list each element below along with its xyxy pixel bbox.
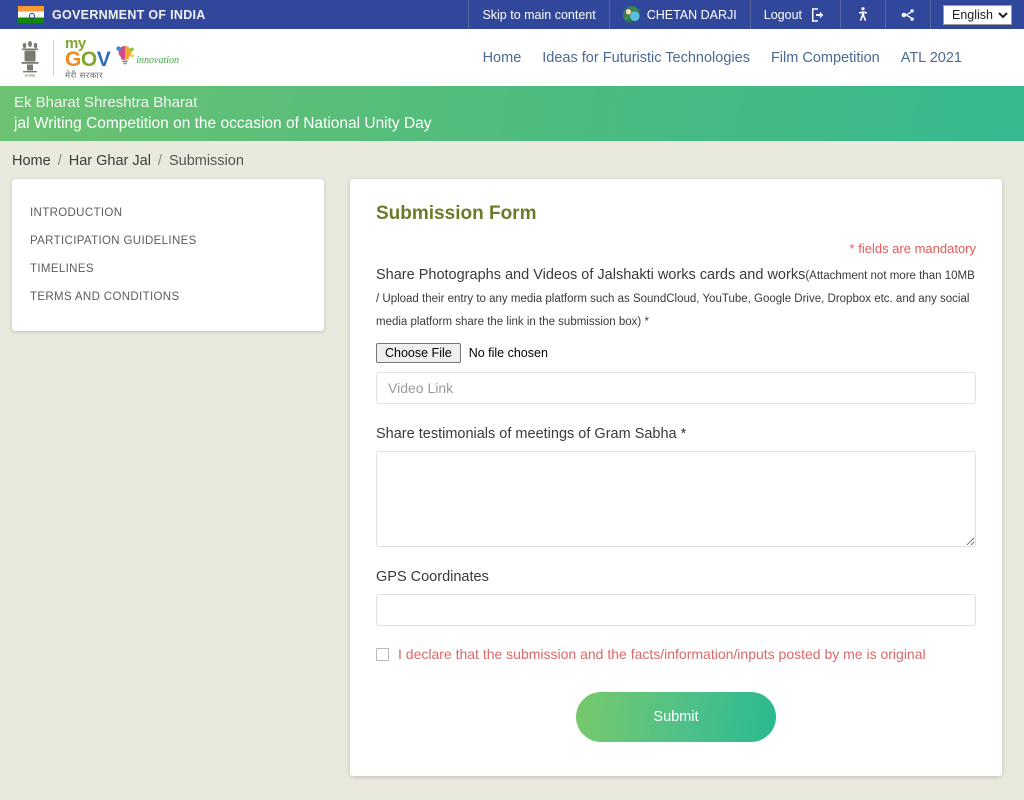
submit-button[interactable]: Submit	[576, 692, 776, 742]
choose-file-button[interactable]: Choose File	[376, 343, 461, 363]
site-header: सत्यमेव my GOV मेरी सरकार innovation Hom…	[0, 29, 1024, 86]
sidebar-item-terms-and-conditions[interactable]: TERMS AND CONDITIONS	[12, 283, 324, 311]
testimonials-textarea[interactable]	[376, 451, 976, 547]
photo-upload-description: Share Photographs and Videos of Jalshakt…	[376, 264, 976, 333]
logout-label: Logout	[763, 7, 802, 22]
user-account-item[interactable]: CHETAN DARJI	[608, 0, 750, 29]
gps-coordinates-input[interactable]	[376, 594, 976, 626]
page-title: Submission Form	[376, 203, 537, 224]
breadcrumb-item-submission: Submission	[168, 153, 244, 169]
nav-item-film-competition[interactable]: Film Competition	[771, 50, 880, 66]
mygov-logo: my GOV मेरी सरकार innovation	[65, 36, 188, 80]
page-banner: Ek Bharat Shreshtra Bharat jal Writing C…	[0, 86, 1024, 141]
file-upload-row: Choose File No file chosen	[376, 343, 976, 363]
logout-button[interactable]: Logout	[749, 0, 840, 29]
declaration-label: I declare that the submission and the fa…	[398, 646, 926, 662]
sidebar-item-participation-guidelines[interactable]: PARTICIPATION GUIDELINES	[12, 227, 324, 255]
submission-form-card: Submission Form * fields are mandatory S…	[350, 179, 1002, 776]
skip-to-main-content-link[interactable]: Skip to main content	[468, 0, 608, 29]
breadcrumb-item-home[interactable]: Home	[12, 153, 51, 169]
breadcrumb-separator: /	[157, 153, 162, 169]
banner-title-line-2: jal Writing Competition on the occasion …	[14, 115, 432, 132]
logo-hindi-text: मेरी सरकार	[65, 69, 104, 80]
file-status-label: No file chosen	[468, 346, 548, 360]
government-top-bar: GOVERNMENT OF INDIA Skip to main content…	[0, 0, 1024, 29]
innovation-logo: innovation	[114, 40, 188, 76]
innovation-label: innovation	[136, 54, 179, 66]
accessibility-button[interactable]	[840, 0, 885, 29]
breadcrumb: Home / Har Ghar Jal / Submission	[0, 141, 1024, 179]
sidebar-item-timelines[interactable]: TIMELINES	[12, 255, 324, 283]
banner-title-line-1: Ek Bharat Shreshtra Bharat	[14, 94, 198, 111]
brand-logo[interactable]: सत्यमेव my GOV मेरी सरकार innovation	[18, 36, 188, 80]
top-bar-actions: Skip to main content CHETAN DARJI Logout	[468, 0, 1024, 29]
svg-text:सत्यमेव: सत्यमेव	[25, 73, 37, 78]
nav-item-atl-2021[interactable]: ATL 2021	[901, 50, 962, 66]
language-selector-item[interactable]: English	[930, 0, 1024, 29]
government-label: GOVERNMENT OF INDIA	[52, 7, 206, 22]
user-name: CHETAN DARJI	[646, 7, 737, 22]
sitemap-button[interactable]	[885, 0, 930, 29]
accessibility-icon	[858, 6, 868, 21]
video-link-input[interactable]	[376, 372, 976, 404]
declaration-row: I declare that the submission and the fa…	[376, 646, 976, 662]
mandatory-fields-note: * fields are mandatory	[849, 241, 976, 256]
lightbulb-icon	[116, 45, 135, 64]
photo-upload-label-main: Share Photographs and Videos of Jalshakt…	[376, 267, 806, 283]
gps-coordinates-label: GPS Coordinates	[376, 569, 489, 585]
sidebar-item-introduction[interactable]: INTRODUCTION	[12, 199, 324, 227]
submit-row: Submit	[376, 692, 976, 742]
sidebar: INTRODUCTION PARTICIPATION GUIDELINES TI…	[12, 179, 324, 331]
breadcrumb-item-har-ghar-jal[interactable]: Har Ghar Jal	[69, 153, 151, 169]
testimonials-label: Share testimonials of meetings of Gram S…	[376, 426, 687, 442]
india-emblem-icon: सत्यमेव	[21, 40, 39, 78]
brand-divider	[53, 39, 54, 76]
india-flag-icon	[18, 6, 44, 23]
government-branding: GOVERNMENT OF INDIA	[0, 0, 468, 29]
breadcrumb-separator: /	[57, 153, 62, 169]
avatar	[622, 6, 640, 23]
main-layout: INTRODUCTION PARTICIPATION GUIDELINES TI…	[0, 179, 1024, 776]
nav-item-ideas-for-futuristic-technologies[interactable]: Ideas for Futuristic Technologies	[542, 50, 750, 66]
logout-icon	[812, 7, 824, 22]
nav-item-home[interactable]: Home	[483, 50, 522, 66]
logo-gov-text: GOV	[65, 47, 111, 71]
declaration-checkbox[interactable]	[376, 647, 389, 661]
language-select[interactable]: English	[943, 4, 1012, 25]
main-navigation: Home Ideas for Futuristic Technologies F…	[483, 50, 1006, 66]
sitemap-icon	[901, 8, 914, 21]
